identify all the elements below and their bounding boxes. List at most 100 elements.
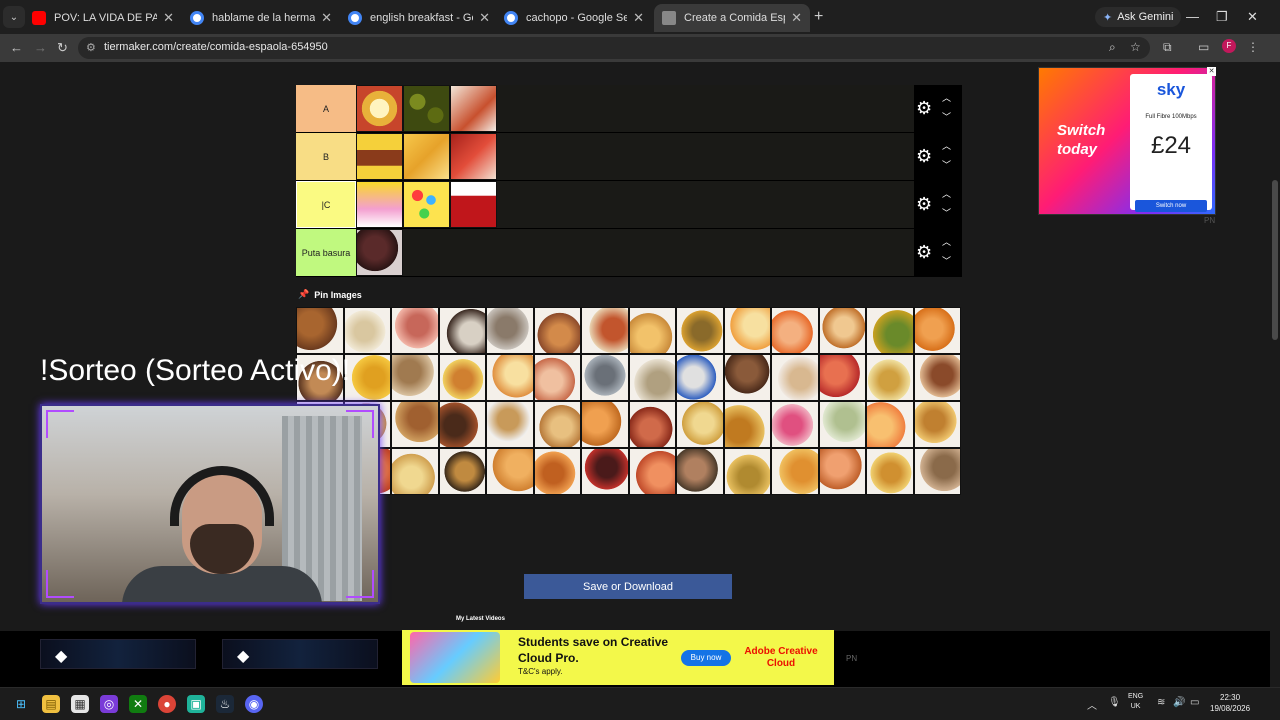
ad-cta-button[interactable]: Switch now — [1135, 200, 1207, 212]
sky-advert[interactable]: Switch today sky Full Fibre 100Mbps £24 … — [1038, 67, 1216, 215]
food-tile[interactable] — [628, 401, 676, 448]
back-arrow-icon[interactable]: ← — [10, 40, 23, 55]
food-tile[interactable] — [581, 354, 629, 401]
food-tile[interactable] — [866, 448, 914, 495]
food-tile[interactable] — [391, 401, 439, 448]
food-tile[interactable] — [356, 85, 403, 132]
forward-arrow-icon[interactable]: → — [34, 40, 47, 55]
food-tile[interactable] — [581, 401, 629, 448]
discord-icon[interactable]: ◉ — [245, 695, 263, 713]
browser-tab-3[interactable]: english breakfast - Google Sea ✕ — [340, 6, 498, 30]
system-clock[interactable]: 22:30 19/08/2026 — [1210, 692, 1250, 714]
food-tile[interactable] — [866, 307, 914, 354]
food-tile[interactable] — [581, 307, 629, 354]
tier-label[interactable]: B — [296, 133, 356, 180]
extensions-icon[interactable]: ⧉ — [1163, 40, 1172, 55]
ad-close-icon[interactable]: ✕ — [1207, 67, 1216, 76]
food-tile[interactable] — [391, 354, 439, 401]
food-tile[interactable] — [343, 307, 391, 354]
xbox-icon[interactable]: ✕ — [129, 695, 147, 713]
food-tile[interactable] — [403, 133, 450, 180]
tab-list-chevron-icon[interactable]: ⌄ — [3, 6, 25, 28]
food-tile[interactable] — [913, 401, 961, 448]
tray-chevron-icon[interactable]: ︿ — [1087, 697, 1097, 712]
food-tile[interactable] — [581, 448, 629, 495]
food-tile[interactable] — [866, 354, 914, 401]
obs-icon[interactable]: ◎ — [100, 695, 118, 713]
chevron-up-icon[interactable]: ︿ — [942, 235, 951, 248]
gear-icon[interactable]: ⚙ — [916, 194, 932, 215]
url-text[interactable]: tiermaker.com/create/comida-espaola-6549… — [104, 41, 328, 53]
food-tile[interactable] — [676, 401, 724, 448]
restore-icon[interactable]: ❐ — [1216, 9, 1228, 25]
food-tile[interactable] — [533, 401, 581, 448]
minimize-icon[interactable]: — — [1186, 9, 1199, 24]
food-tile[interactable] — [356, 181, 403, 228]
volume-icon[interactable]: 🔊 — [1173, 697, 1185, 708]
adobe-advert[interactable]: Students save on Creative Cloud Pro. T&C… — [402, 630, 834, 685]
food-tile[interactable] — [343, 354, 391, 401]
chrome-icon[interactable]: ● — [158, 695, 176, 713]
food-tile[interactable] — [818, 354, 866, 401]
food-tile[interactable] — [771, 448, 819, 495]
chevron-down-icon[interactable]: ﹀ — [942, 254, 951, 267]
food-tile[interactable] — [403, 181, 450, 228]
food-tile[interactable] — [676, 307, 724, 354]
chevron-up-icon[interactable]: ︿ — [942, 187, 951, 200]
new-tab-button[interactable]: + — [814, 8, 823, 26]
chevron-down-icon[interactable]: ﹀ — [942, 158, 951, 171]
browser-tab-2[interactable]: hablame de la hermandad mus ✕ — [182, 6, 340, 30]
food-tile[interactable] — [438, 354, 486, 401]
menu-dots-icon[interactable]: ⋮ — [1247, 40, 1259, 54]
page-scrollbar[interactable] — [1270, 62, 1280, 687]
food-tile[interactable] — [391, 448, 439, 495]
food-tile[interactable] — [818, 401, 866, 448]
food-tile[interactable] — [533, 448, 581, 495]
food-tile[interactable] — [486, 307, 534, 354]
app-icon[interactable]: ▣ — [187, 695, 205, 713]
food-tile[interactable] — [486, 401, 534, 448]
windows-start-icon[interactable]: ⊞ — [12, 695, 30, 713]
tier-label[interactable]: A — [296, 85, 356, 132]
close-tab-icon[interactable]: ✕ — [791, 10, 802, 26]
zoom-icon[interactable]: ⌕ — [1109, 40, 1116, 55]
food-tile[interactable] — [438, 307, 486, 354]
food-tile[interactable] — [818, 307, 866, 354]
food-tile[interactable] — [628, 307, 676, 354]
pin-images-toggle[interactable]: 📌 Pin Images — [298, 289, 362, 300]
chevron-down-icon[interactable]: ﹀ — [942, 206, 951, 219]
reload-icon[interactable]: ↻ — [57, 40, 68, 56]
browser-tab-4[interactable]: cachopo - Google Search ✕ — [496, 6, 652, 30]
food-tile[interactable] — [866, 401, 914, 448]
food-tile[interactable] — [771, 354, 819, 401]
food-tile[interactable] — [450, 133, 497, 180]
food-tile[interactable] — [296, 307, 344, 354]
food-tile[interactable] — [438, 448, 486, 495]
food-tile[interactable] — [771, 401, 819, 448]
language-indicator[interactable]: ENG UK — [1128, 692, 1143, 712]
store-icon[interactable]: ▦ — [71, 695, 89, 713]
media-cast-icon[interactable]: ▭ — [1198, 40, 1209, 54]
browser-tab-1[interactable]: POV: LA VIDA DE PABLO CON E ✕ — [24, 6, 182, 30]
food-tile[interactable] — [913, 307, 961, 354]
food-tile[interactable] — [723, 401, 771, 448]
tier-label[interactable]: Puta basura — [296, 229, 356, 276]
food-tile[interactable] — [628, 448, 676, 495]
ad-buy-now-button[interactable]: Buy now — [681, 650, 731, 666]
food-tile[interactable] — [438, 401, 486, 448]
food-tile[interactable] — [486, 354, 534, 401]
file-explorer-icon[interactable]: ▤ — [42, 695, 60, 713]
food-tile[interactable] — [391, 307, 439, 354]
battery-icon[interactable]: ▭ — [1190, 697, 1199, 708]
food-tile[interactable] — [450, 181, 497, 228]
scrollbar-thumb[interactable] — [1272, 180, 1278, 340]
address-bar[interactable]: ⚙ tiermaker.com/create/comida-espaola-65… — [78, 37, 1150, 59]
microphone-icon[interactable]: 🎙 — [1108, 697, 1121, 708]
close-tab-icon[interactable]: ✕ — [163, 10, 174, 26]
profile-avatar[interactable]: F — [1222, 39, 1236, 53]
food-tile[interactable] — [533, 307, 581, 354]
steam-icon[interactable]: ♨ — [216, 695, 234, 713]
food-tile[interactable] — [723, 448, 771, 495]
food-tile[interactable] — [403, 85, 450, 132]
food-tile[interactable] — [450, 85, 497, 132]
